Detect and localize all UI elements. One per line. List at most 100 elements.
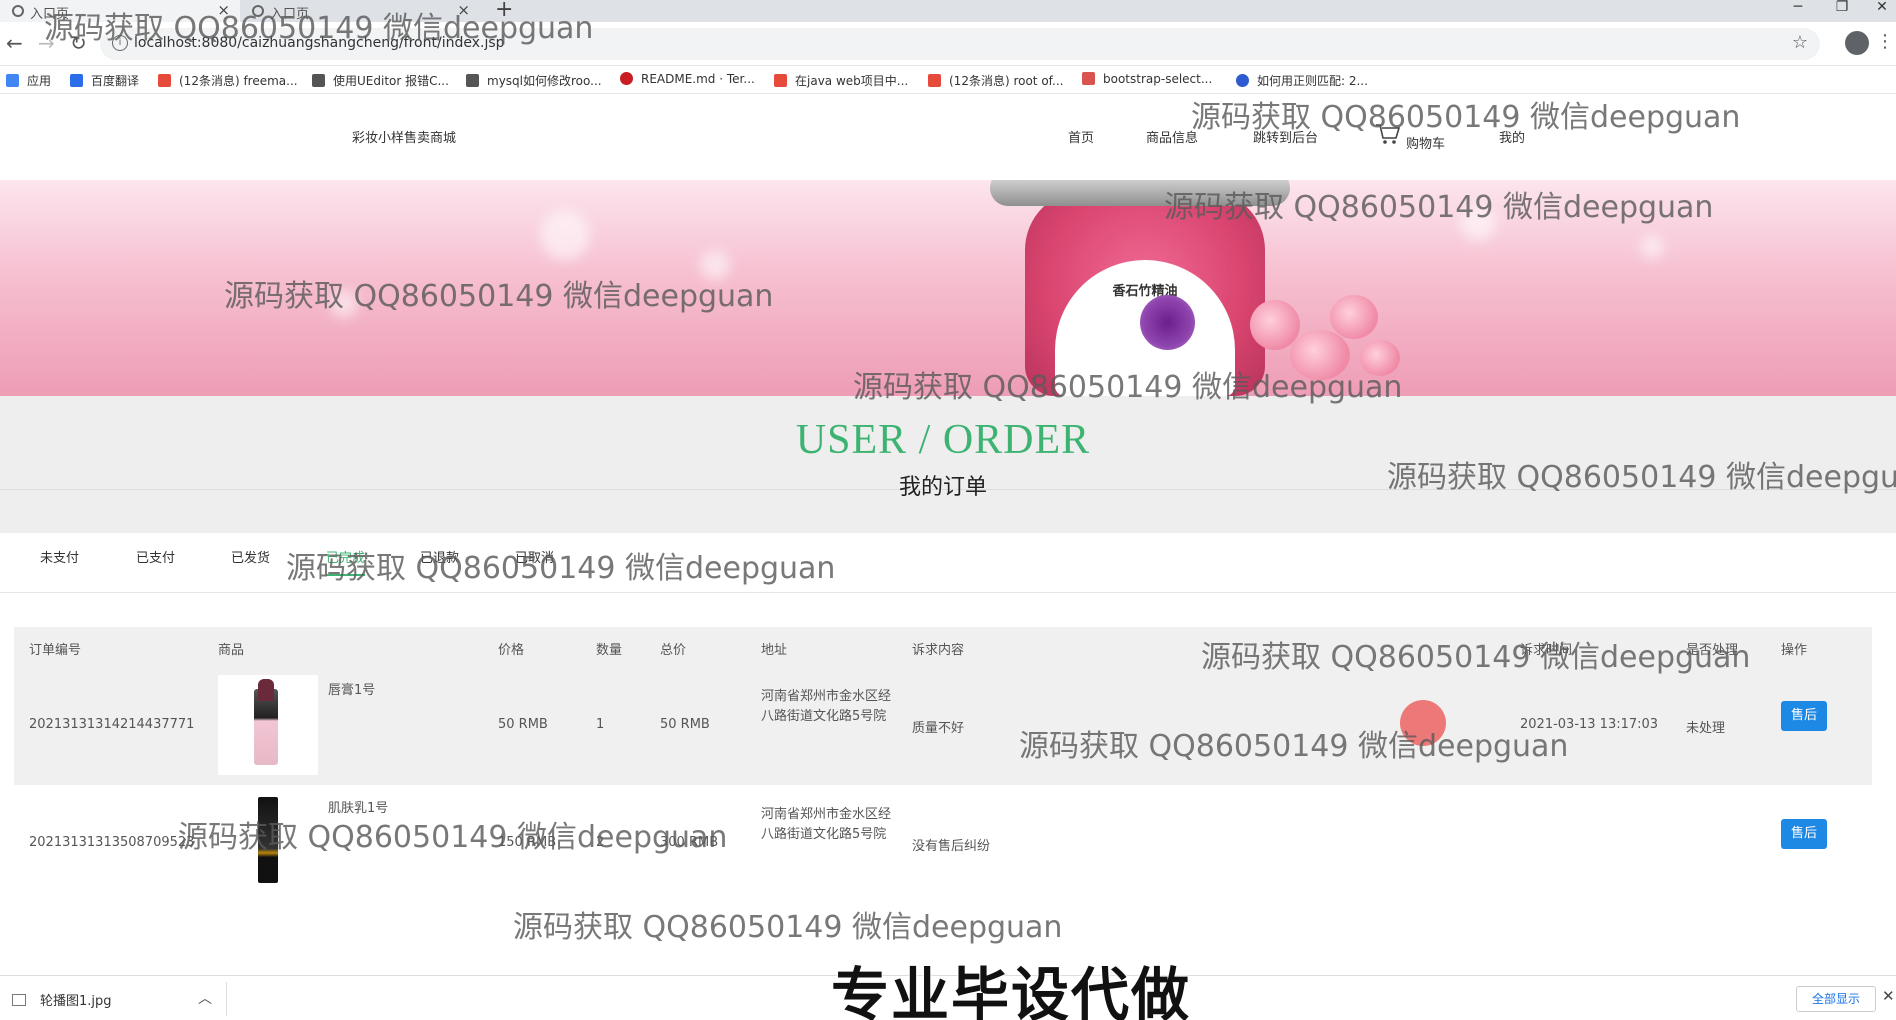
complaint: 没有售后纠纷 <box>912 839 991 854</box>
bookmarks-bar: 应用 百度翻译 (12条消息) freema... 使用UEditor 报错C.… <box>0 66 1896 94</box>
orders-table: 订单编号 商品 价格 数量 总价 地址 诉求内容 诉求时间 是否处理 操作 20… <box>14 627 1872 903</box>
total: 300 RMB <box>660 835 719 850</box>
table-header: 订单编号 商品 价格 数量 总价 地址 诉求内容 诉求时间 是否处理 操作 <box>14 627 1872 667</box>
product-name[interactable]: 肌肤乳1号 <box>328 797 388 816</box>
bookmark-item[interactable]: README.md · Ter... <box>620 72 755 86</box>
hero-banner: 香石竹精油 <box>0 180 1896 396</box>
csdn-icon <box>928 74 941 87</box>
tab-cancelled[interactable]: 已取消 <box>515 547 554 566</box>
bokeh-light <box>1640 235 1664 259</box>
reload-icon[interactable]: ↻ <box>70 31 87 55</box>
nav-mine[interactable]: 我的 <box>1499 127 1525 146</box>
order-no: 20213131314214437771 <box>29 717 195 732</box>
jar-lid <box>990 180 1290 206</box>
section-title-cn: 我的订单 <box>898 475 987 500</box>
bookmark-item[interactable]: 如何用正则匹配: 2... <box>1236 72 1368 89</box>
baidu-paw-icon <box>1236 74 1249 87</box>
lipstick-tip <box>258 679 274 701</box>
product-thumbnail[interactable] <box>218 793 318 893</box>
bookmark-item[interactable]: 百度翻译 <box>70 72 139 89</box>
nav-cart[interactable]: 购物车 <box>1406 133 1445 152</box>
close-tab-icon[interactable]: × <box>217 1 230 19</box>
tab-shipped[interactable]: 已发货 <box>231 547 270 566</box>
bokeh-light <box>700 250 730 280</box>
jar-label-text: 香石竹精油 <box>1112 284 1178 299</box>
price: 150 RMB <box>498 835 557 850</box>
bookmark-item[interactable]: 使用UEditor 报错C... <box>312 72 449 89</box>
url-text[interactable]: localhost:8080/caizhuangshangcheng/front… <box>134 35 505 51</box>
cart-icon[interactable] <box>1375 123 1401 145</box>
lotion-tube-image <box>258 797 278 883</box>
nav-admin[interactable]: 跳转到后台 <box>1253 127 1318 146</box>
bookmark-item[interactable]: (12条消息) freema... <box>158 72 298 89</box>
col-handled: 是否处理 <box>1686 643 1739 658</box>
order-no: 20213131313508709523 <box>29 835 195 850</box>
site-brand[interactable]: 彩妆小样售卖商城 <box>352 127 456 146</box>
caption-overlay: 专业毕设代做 <box>830 961 1191 1020</box>
bokeh-light <box>1460 205 1496 241</box>
browser-tab-1[interactable]: 入口页 × <box>0 0 240 22</box>
order-status-tabs: 未支付 已支付 已发货 已完成 已退款 已取消 <box>0 533 1896 593</box>
tab-refunded[interactable]: 已退款 <box>420 547 459 566</box>
minimize-button[interactable]: ─ <box>1780 0 1816 22</box>
table-row: 20213131314214437771 唇膏1号 50 RMB 1 50 RM… <box>14 667 1872 785</box>
profile-avatar-icon[interactable] <box>1845 31 1869 55</box>
tab-completed[interactable]: 已完成 <box>326 547 366 576</box>
info-icon[interactable]: i <box>112 35 128 51</box>
site-icon <box>312 74 325 87</box>
cursor-highlight <box>1400 700 1446 746</box>
omnibox[interactable]: i localhost:8080/caizhuangshangcheng/fro… <box>100 28 1820 60</box>
tab-strip: 入口页 × 入口页 × + ─ ❐ ✕ <box>0 0 1896 22</box>
watermark: 源码获取 QQ86050149 微信deepguan <box>513 910 1063 945</box>
site-icon <box>1082 72 1095 85</box>
back-arrow-icon[interactable]: ← <box>6 31 23 55</box>
nav-home[interactable]: 首页 <box>1068 127 1094 146</box>
after-sale-button[interactable]: 售后 <box>1781 819 1827 849</box>
bookmark-item[interactable]: 在java web项目中... <box>774 72 908 89</box>
close-window-button[interactable]: ✕ <box>1868 0 1896 22</box>
col-total: 总价 <box>660 643 687 658</box>
complaint: 质量不好 <box>912 721 965 736</box>
bookmark-apps[interactable]: 应用 <box>6 72 51 89</box>
bookmark-item[interactable]: (12条消息) root of... <box>928 72 1063 89</box>
tab-unpaid[interactable]: 未支付 <box>40 547 79 566</box>
col-qty: 数量 <box>596 643 623 658</box>
bookmark-item[interactable]: bootstrap-select... <box>1082 72 1212 86</box>
rose-decoration <box>1330 295 1378 339</box>
star-icon[interactable]: ☆ <box>1792 32 1808 53</box>
col-action: 操作 <box>1781 643 1808 658</box>
restore-button[interactable]: ❐ <box>1824 0 1860 22</box>
product-name[interactable]: 唇膏1号 <box>328 679 375 698</box>
forward-arrow-icon[interactable]: → <box>38 31 55 55</box>
rose-decoration <box>1290 330 1350 380</box>
bokeh-light <box>540 210 590 260</box>
bookmark-item[interactable]: mysql如何修改roo... <box>466 72 602 89</box>
address: 河南省郑州市金水区经八路街道文化路5号院 <box>761 807 892 842</box>
section-title-en: USER / ORDER <box>795 417 1091 463</box>
close-tab-icon[interactable]: × <box>457 1 470 19</box>
after-sale-button[interactable]: 售后 <box>1781 701 1827 731</box>
tab-title: 入口页 <box>270 7 310 22</box>
menu-kebab-icon[interactable]: ⋮ <box>1876 31 1894 52</box>
address: 河南省郑州市金水区经八路街道文化路5号院 <box>761 689 892 724</box>
price: 50 RMB <box>498 717 548 732</box>
site-icon <box>466 74 479 87</box>
rose-decoration <box>1360 340 1400 376</box>
nav-products[interactable]: 商品信息 <box>1146 127 1198 146</box>
flower-decoration <box>1140 295 1195 350</box>
globe-icon <box>12 5 24 17</box>
globe-icon <box>252 5 264 17</box>
col-order-no: 订单编号 <box>29 643 82 658</box>
col-product: 商品 <box>218 643 245 658</box>
new-tab-button[interactable]: + <box>495 0 513 22</box>
product-thumbnail[interactable] <box>218 675 318 775</box>
translate-icon <box>70 74 83 87</box>
browser-tab-2[interactable]: 入口页 × <box>240 0 480 22</box>
complaint-time: 2021-03-13 13:17:03 <box>1520 717 1659 732</box>
gitee-icon <box>620 72 633 85</box>
tab-paid[interactable]: 已支付 <box>136 547 175 566</box>
table-row: 20213131313508709523 肌肤乳1号 150 RMB 2 300… <box>14 785 1872 903</box>
col-price: 价格 <box>498 643 525 658</box>
apps-grid-icon <box>6 74 19 87</box>
quantity: 2 <box>596 835 605 850</box>
